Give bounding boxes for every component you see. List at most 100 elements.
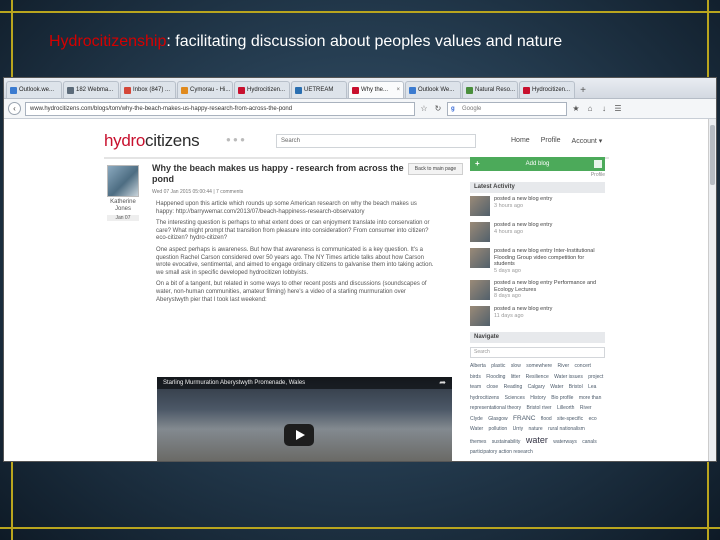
add-blog-button[interactable]: + Add blog	[470, 157, 605, 171]
address-input[interactable]: www.hydrocitizens.com/blogs/tom/why-the-…	[25, 101, 415, 116]
scrollbar[interactable]	[708, 119, 716, 461]
tag-link[interactable]: close	[487, 384, 499, 390]
grid-icon[interactable]	[594, 160, 602, 168]
tag-link[interactable]: hydrocitizens	[470, 395, 499, 401]
activity-item[interactable]: posted a new blog entry 4 hours ago	[470, 222, 605, 242]
play-icon[interactable]	[284, 424, 314, 446]
tag-link[interactable]: River	[557, 363, 569, 369]
browser-tab[interactable]: UETREAM	[291, 81, 347, 98]
browser-tab[interactable]: Natural Reso...	[462, 81, 518, 98]
activity-description[interactable]: posted a new blog entry	[494, 196, 552, 202]
nav-account[interactable]: Account ▾	[572, 137, 603, 145]
browser-tab[interactable]: Hydrocitizen...	[519, 81, 575, 98]
profile-link[interactable]: Profile	[470, 172, 605, 178]
browser-tab[interactable]: Inbox (847) ...	[120, 81, 176, 98]
browser-tab[interactable]: 182 Webma...	[63, 81, 119, 98]
tag-link[interactable]: Sciences	[505, 395, 525, 401]
activity-avatar[interactable]	[470, 280, 490, 300]
tag-link[interactable]: concert	[575, 363, 591, 369]
home-icon[interactable]: ⌂	[585, 104, 595, 114]
tag-link[interactable]: pollution	[489, 426, 508, 432]
activity-avatar[interactable]	[470, 306, 490, 326]
activity-avatar[interactable]	[470, 196, 490, 216]
tag-link[interactable]: sustainability	[492, 439, 521, 445]
tag-link[interactable]: plastic	[491, 363, 505, 369]
embedded-video[interactable]: Starling Murmuration Aberystwyth Promena…	[157, 377, 452, 461]
tag-link[interactable]: Lea	[588, 384, 596, 390]
nav-profile[interactable]: Profile	[541, 137, 561, 145]
menu-icon[interactable]: ☰	[613, 104, 623, 114]
author-name[interactable]: Katherine Jones	[107, 199, 139, 213]
tag-link[interactable]: History	[530, 395, 546, 401]
tag-link[interactable]: Water issues	[554, 374, 583, 380]
back-icon[interactable]: ‹	[8, 102, 21, 115]
tag-link[interactable]: canals	[582, 439, 596, 445]
tag-link[interactable]: litter	[511, 374, 520, 380]
reload-icon[interactable]: ↻	[433, 104, 443, 114]
browser-tab[interactable]: Hydrocitizen...	[234, 81, 290, 98]
site-nav: Home Profile Account ▾	[511, 137, 602, 145]
tag-link[interactable]: rural nationalism	[548, 426, 585, 432]
download-icon[interactable]: ↓	[599, 104, 609, 114]
star-icon[interactable]: ☆	[419, 104, 429, 114]
tag-link[interactable]: participatory action research	[470, 449, 533, 455]
tab-label: Why the...	[361, 87, 389, 93]
bookmark-icon[interactable]: ★	[571, 104, 581, 114]
tag-link[interactable]: site-specific	[557, 416, 583, 422]
activity-description[interactable]: posted a new blog entry Inter-Institutio…	[494, 248, 595, 267]
close-tab-icon[interactable]: ×	[396, 87, 400, 93]
tag-link[interactable]: birds	[470, 374, 481, 380]
tag-link[interactable]: Lilleorth	[557, 405, 575, 411]
tag-link[interactable]: waterways	[553, 439, 577, 445]
activity-item[interactable]: posted a new blog entry Performance and …	[470, 280, 605, 300]
avatar[interactable]	[107, 165, 139, 197]
new-tab-icon[interactable]: +	[576, 84, 590, 98]
tag-link[interactable]: eco	[589, 416, 597, 422]
activity-item[interactable]: posted a new blog entry Inter-Institutio…	[470, 248, 605, 274]
tag-link[interactable]: Flooding	[486, 374, 505, 380]
activity-item[interactable]: posted a new blog entry 11 days ago	[470, 306, 605, 326]
activity-description[interactable]: posted a new blog entry Performance and …	[494, 280, 596, 293]
tag-link[interactable]: Water	[470, 426, 483, 432]
share-icon[interactable]: ➦	[439, 378, 446, 387]
activity-avatar[interactable]	[470, 222, 490, 242]
nav-home[interactable]: Home	[511, 137, 530, 145]
tag-link[interactable]: Reading	[504, 384, 523, 390]
user-icons[interactable]: ● ● ●	[226, 135, 245, 144]
site-search-input[interactable]: Search	[276, 134, 476, 148]
browser-tab[interactable]: Why the... ×	[348, 81, 404, 98]
sidebar-search-input[interactable]: Search	[470, 347, 605, 358]
tag-link[interactable]: Glasgow	[488, 416, 507, 422]
site-logo[interactable]: hydrocitizens	[104, 131, 200, 151]
tag-link[interactable]: slow	[511, 363, 521, 369]
tab-label: Outlook We...	[418, 87, 455, 93]
tag-link[interactable]: Bristol	[569, 384, 583, 390]
tag-link[interactable]: Urriy	[513, 426, 524, 432]
tag-link[interactable]: Resilience	[526, 374, 549, 380]
browser-tab[interactable]: Cymorau - Hi...	[177, 81, 233, 98]
tab-label: UETREAM	[304, 87, 334, 93]
tag-link[interactable]: Calgary	[528, 384, 545, 390]
activity-list: posted a new blog entry 3 hours ago posted…	[470, 196, 605, 326]
browser-search-input[interactable]: g Google	[447, 101, 567, 116]
browser-tab[interactable]: Outlook We...	[405, 81, 461, 98]
activity-avatar[interactable]	[470, 248, 490, 268]
favicon-icon	[352, 86, 359, 94]
tag-link[interactable]: nature	[529, 426, 543, 432]
activity-item[interactable]: posted a new blog entry 3 hours ago	[470, 196, 605, 216]
tag-link[interactable]: FRANC	[513, 415, 535, 422]
activity-description[interactable]: posted a new blog entry	[494, 222, 552, 228]
back-to-main-button[interactable]: Back to main page	[408, 163, 463, 175]
tag-link[interactable]: themes	[470, 439, 486, 445]
tag-link[interactable]: Bristol river	[527, 405, 552, 411]
tag-link[interactable]: Bio profile	[551, 395, 573, 401]
video-title[interactable]: Starling Murmuration Aberystwyth Promena…	[157, 377, 452, 389]
tag-link[interactable]: water	[526, 435, 548, 445]
tag-link[interactable]: flood	[541, 416, 552, 422]
browser-tab[interactable]: Outlook.we...	[6, 81, 62, 98]
scrollbar-thumb[interactable]	[710, 125, 715, 185]
tag-link[interactable]: somewhere	[526, 363, 552, 369]
activity-description[interactable]: posted a new blog entry	[494, 306, 552, 312]
tag-link[interactable]: Water	[550, 384, 563, 390]
tag-link[interactable]: Alberta	[470, 363, 486, 369]
